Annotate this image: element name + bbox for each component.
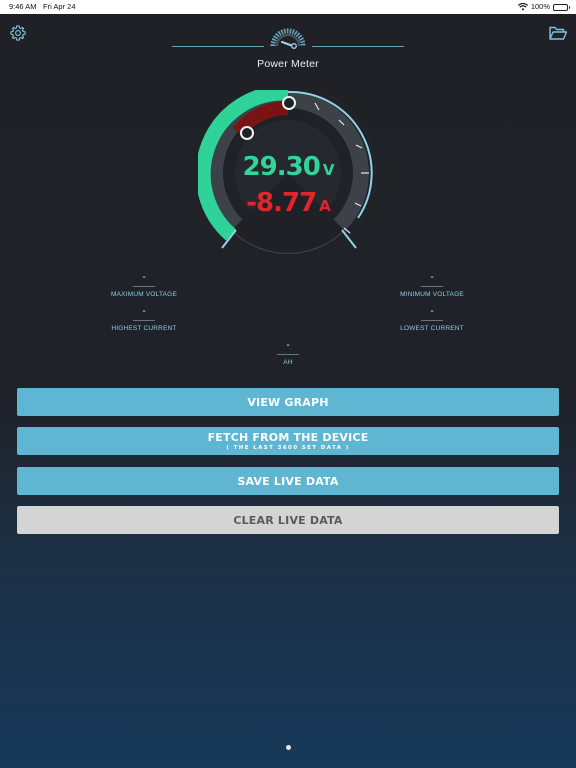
header: Power Meter [0,14,576,84]
current-readout: -8.77 A [198,187,378,222]
max-voltage-label: MAXIMUM VOLTAGE [111,291,177,298]
min-voltage-stat: - MINIMUM VOLTAGE [372,272,492,298]
header-divider-left [172,46,264,47]
divider [421,286,443,287]
voltage-unit: V [322,161,335,179]
ah-label: AH [283,359,293,366]
min-voltage-value: - [430,272,434,283]
view-graph-label: VIEW GRAPH [247,395,329,409]
voltage-knob[interactable] [282,96,296,110]
divider [133,320,155,321]
folder-open-icon [549,26,568,40]
divider [421,320,443,321]
divider [277,354,299,355]
voltage-value: 29.30 [242,152,321,182]
wifi-icon [517,3,528,11]
save-live-data-button[interactable]: SAVE LIVE DATA [17,467,559,495]
battery-icon [553,3,570,11]
header-divider-right [312,46,404,47]
status-right: 100% [517,0,570,14]
min-voltage-label: MINIMUM VOLTAGE [400,291,464,298]
logo [270,20,306,50]
gear-icon [10,25,26,41]
max-voltage-stat: - MAXIMUM VOLTAGE [84,272,204,298]
highest-current-value: - [142,306,146,317]
save-label: SAVE LIVE DATA [237,474,339,488]
highest-current-label: HIGHEST CURRENT [111,325,177,332]
battery-percent: 100% [530,2,550,11]
status-bar: 9:46 AM Fri Apr 24 100% [0,0,576,14]
ah-stat: - AH [228,340,348,366]
lowest-current-value: - [430,306,434,317]
ah-value: - [286,340,290,351]
gauge-readout: 29.30 V -8.77 A [198,150,378,222]
clear-live-data-button[interactable]: CLEAR LIVE DATA [17,506,559,534]
fetch-from-device-button[interactable]: FETCH FROM THE DEVICE ( THE LAST 3600 SE… [17,427,559,455]
max-voltage-value: - [142,272,146,283]
speedometer-icon [270,28,306,49]
current-knob[interactable] [240,126,254,140]
clear-label: CLEAR LIVE DATA [233,513,343,527]
lowest-current-label: LOWEST CURRENT [400,325,464,332]
fetch-sublabel: ( THE LAST 3600 SET DATA ) [226,445,350,451]
status-time: 9:46 AM [9,2,37,11]
view-graph-button[interactable]: VIEW GRAPH [17,388,559,416]
lowest-current-stat: - LOWEST CURRENT [372,306,492,332]
highest-current-stat: - HIGHEST CURRENT [84,306,204,332]
current-value: -8.77 [246,188,317,218]
fetch-label: FETCH FROM THE DEVICE [207,431,369,444]
voltage-readout: 29.30 V [198,150,378,187]
divider [133,286,155,287]
status-date: Fri Apr 24 [43,2,76,11]
page-indicator[interactable] [285,745,291,750]
settings-button[interactable] [9,24,27,42]
page-title: Power Meter [257,58,319,70]
current-unit: A [319,197,331,215]
open-file-button[interactable] [548,24,568,42]
